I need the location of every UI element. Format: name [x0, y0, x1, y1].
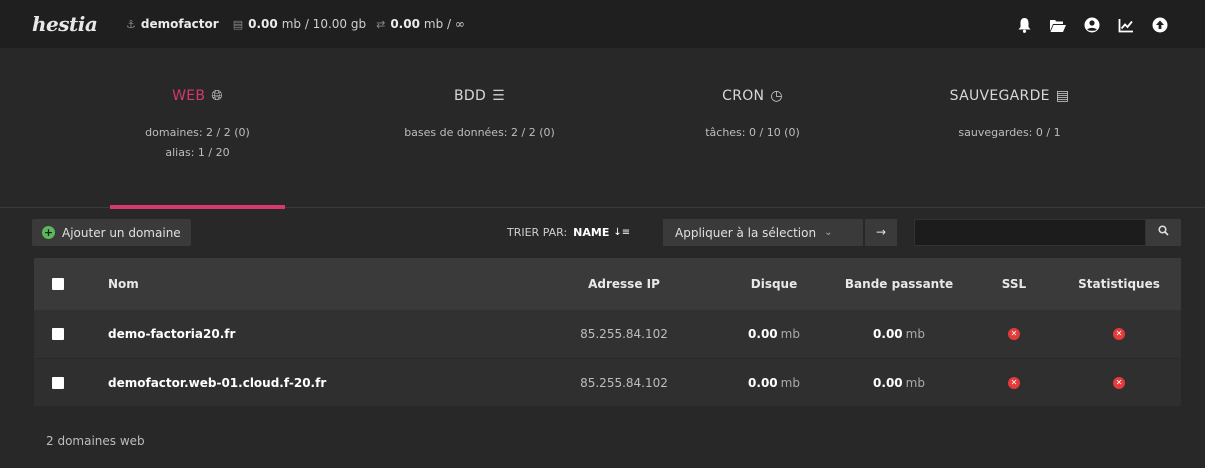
bulk-action-select[interactable]: Appliquer à la sélection ⌄ [663, 219, 863, 246]
sort-by-label: TRIER PAR: [507, 226, 568, 239]
col-header-bandwidth: Bande passante [844, 277, 954, 291]
times-circle-icon: ✕ [1113, 328, 1125, 340]
username: demofactor [140, 17, 219, 31]
disk-unit: mb [780, 375, 800, 390]
stats-status: ✕ [1064, 359, 1174, 406]
bandwidth-usage: ⇄ 0.00 mb / ∞ [376, 17, 465, 31]
bandwidth-used: 0.00 [390, 17, 420, 31]
tab-web-stat-domains: domaines: 2 / 2 (0) [145, 126, 250, 139]
disk-value: 0.00 [748, 327, 778, 341]
folder-open-icon[interactable] [1041, 15, 1075, 34]
domain-ip: 85.255.84.102 [580, 375, 668, 390]
user-segment: ⚓︎ demofactor [126, 17, 223, 31]
user-circle-icon[interactable] [1075, 15, 1109, 34]
clock-icon: ◷ [770, 88, 783, 104]
sort-by-value: NAME [573, 226, 610, 239]
domain-name[interactable]: demofactor.web-01.cloud.f-20.fr [108, 359, 326, 406]
row-select-cell [52, 359, 64, 406]
col-header-name: Nom [108, 277, 139, 291]
file-icon: ▤ [1055, 88, 1070, 104]
bandwidth-unit: mb [905, 375, 925, 390]
top-bar: hestia ⚓︎ demofactor ▤ 0.00 mb / 10.00 g… [0, 0, 1205, 48]
search-icon [1158, 225, 1169, 239]
col-header-disk: Disque [750, 277, 798, 291]
times-circle-icon: ✕ [1113, 376, 1125, 389]
row-checkbox[interactable] [52, 376, 64, 389]
sort-by[interactable]: TRIER PAR: NAME ↓≡ [507, 219, 630, 246]
database-icon: ☰ [492, 88, 505, 104]
select-all-checkbox[interactable] [52, 278, 64, 290]
bell-icon[interactable] [1007, 15, 1041, 34]
domain-disk: 0.00 mb [724, 359, 824, 406]
exchange-icon: ⇄ [376, 17, 386, 31]
tab-cron[interactable]: CRON ◷ tâches: 0 / 10 (0) [665, 48, 840, 208]
tab-web-title: WEB 🌐︎ [110, 88, 285, 104]
ssl-status: ✕ [989, 310, 1039, 358]
tab-bdd[interactable]: BDD ☰ bases de données: 2 / 2 (0) [387, 48, 572, 208]
tab-sauvegarde-label: SAUVEGARDE [949, 88, 1050, 104]
col-header-ssl: SSL [1001, 277, 1027, 291]
bandwidth-value: 0.00 [873, 327, 903, 341]
resource-tabs: WEB 🌐︎ domaines: 2 / 2 (0) alias: 1 / 20 … [0, 48, 1205, 209]
top-icons [1007, 0, 1177, 48]
tab-sauvegarde[interactable]: SAUVEGARDE ▤ sauvegardes: 0 / 1 [922, 48, 1097, 208]
domain-bandwidth: 0.00 mb [834, 359, 964, 406]
tab-cron-label: CRON [722, 88, 765, 104]
binoculars-icon: ⚓︎ [126, 17, 136, 31]
tab-sauvegarde-title: SAUVEGARDE ▤ [922, 88, 1097, 104]
times-circle-icon: ✕ [1008, 328, 1020, 340]
domain-ip: 85.255.84.102 [580, 327, 668, 341]
tab-web-label: WEB [172, 88, 206, 104]
bandwidth-value: 0.00 [873, 375, 903, 390]
search-input[interactable] [914, 219, 1146, 246]
tab-web-stat-alias: alias: 1 / 20 [165, 146, 230, 159]
table-row[interactable]: demo-factoria20.fr 85.255.84.102 0.00 mb … [34, 310, 1181, 358]
row-select-cell [52, 310, 64, 358]
usage-summary: ⚓︎ demofactor ▤ 0.00 mb / 10.00 gb ⇄ 0.0… [126, 17, 475, 31]
table-row[interactable]: demofactor.web-01.cloud.f-20.fr 85.255.8… [34, 358, 1181, 406]
toolbar: + Ajouter un domaine TRIER PAR: NAME ↓≡ … [0, 208, 1205, 258]
bulk-action-label: Appliquer à la sélection [675, 225, 817, 240]
search-button[interactable] [1146, 219, 1181, 246]
tab-bdd-stat-databases: bases de données: 2 / 2 (0) [404, 126, 555, 139]
disk-usage: ▤ 0.00 mb / 10.00 gb [233, 17, 366, 31]
tab-cron-stat-jobs: tâches: 0 / 10 (0) [705, 126, 800, 139]
domains-table: Nom Adresse IP Disque Bande passante SSL… [34, 258, 1181, 406]
domain-name[interactable]: demo-factoria20.fr [108, 310, 235, 358]
arrow-circle-up-icon[interactable] [1143, 15, 1177, 34]
bandwidth-quota: mb / ∞ [423, 17, 465, 31]
disk-value: 0.00 [748, 375, 778, 390]
chevron-down-icon: ⌄ [824, 227, 833, 238]
col-header-ip: Adresse IP [588, 277, 660, 291]
tab-sauvegarde-stat-backups: sauvegardes: 0 / 1 [958, 126, 1061, 139]
plus-circle-icon: + [42, 226, 55, 239]
chart-line-icon[interactable] [1109, 15, 1143, 34]
add-domain-label: Ajouter un domaine [62, 225, 181, 240]
hdd-icon: ▤ [232, 17, 244, 31]
row-checkbox[interactable] [52, 328, 64, 340]
times-circle-icon: ✕ [1008, 376, 1020, 389]
table-header: Nom Adresse IP Disque Bande passante SSL… [34, 258, 1181, 310]
add-domain-button[interactable]: + Ajouter un domaine [32, 219, 191, 246]
domain-bandwidth: 0.00 mb [834, 310, 964, 358]
arrow-right-icon: → [875, 225, 887, 239]
col-header-stats: Statistiques [1078, 277, 1160, 291]
logo[interactable]: hestia [32, 12, 98, 36]
domain-count-footer: 2 domaines web [46, 434, 145, 448]
disk-used: 0.00 [248, 17, 278, 31]
apply-bulk-button[interactable]: → [865, 219, 897, 246]
disk-unit: mb [780, 327, 800, 341]
select-all-cell [52, 258, 64, 310]
disk-quota: mb / 10.00 gb [281, 17, 367, 31]
tab-cron-title: CRON ◷ [665, 88, 840, 104]
tab-bdd-label: BDD [454, 88, 487, 104]
sort-alpha-down-icon: ↓≡ [613, 227, 631, 238]
tab-bdd-title: BDD ☰ [387, 88, 572, 104]
ssl-status: ✕ [989, 359, 1039, 406]
stats-status: ✕ [1064, 310, 1174, 358]
domain-disk: 0.00 mb [724, 310, 824, 358]
globe-icon: 🌐︎ [211, 88, 223, 104]
tab-web[interactable]: WEB 🌐︎ domaines: 2 / 2 (0) alias: 1 / 20 [110, 48, 285, 209]
bandwidth-unit: mb [905, 327, 925, 341]
